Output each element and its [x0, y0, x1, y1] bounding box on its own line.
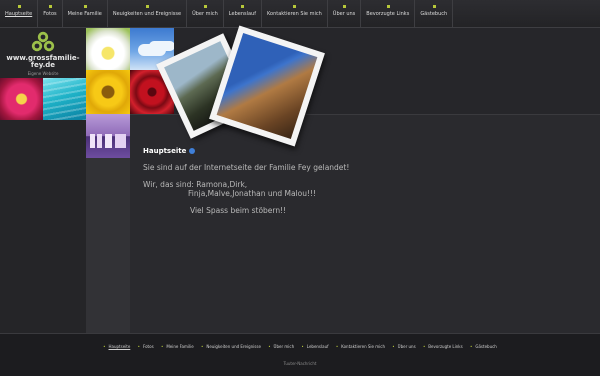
nav-item-hauptseite[interactable]: Hauptseite — [0, 0, 39, 27]
bullet-icon: • — [268, 344, 271, 349]
left-column: www.grossfamilie-fey.de Eigene Website — [0, 28, 86, 333]
nav-dot-icon — [343, 5, 347, 8]
footer-item-hauptseite[interactable]: • Hauptseite — [103, 344, 130, 349]
water-image — [43, 78, 86, 120]
footer-note[interactable]: Tuuter-Nachricht — [0, 361, 600, 366]
nav-dot-icon — [293, 5, 297, 8]
footer-item-gaestebuch[interactable]: • Gästebuch — [470, 344, 497, 349]
bullet-icon: • — [335, 344, 339, 349]
nav-dot-icon — [432, 5, 436, 8]
nav-item-ueber-mich[interactable]: Über mich — [187, 0, 224, 27]
sunflower-image — [86, 70, 130, 114]
city-image — [86, 114, 130, 158]
nav-item-fotos[interactable]: Fotos — [38, 0, 63, 27]
nav-dot-icon — [203, 5, 207, 8]
info-icon[interactable] — [189, 148, 196, 154]
nav-item-ueber-uns[interactable]: Über uns — [328, 0, 362, 27]
bullet-icon: • — [103, 344, 106, 349]
bullet-icon: • — [392, 344, 395, 349]
page-title-text: Hauptseite — [143, 147, 187, 155]
footer-item-lebenslauf[interactable]: • Lebenslauf — [301, 344, 328, 349]
footer-item-meine-familie[interactable]: • Meine Familie — [161, 344, 194, 349]
photo-statue-image — [216, 33, 318, 139]
site-name: www.grossfamilie-fey.de — [6, 54, 80, 69]
footer-item-fotos[interactable]: • Fotos — [138, 344, 154, 349]
footer-item-ueber-uns[interactable]: • Über uns — [392, 344, 415, 349]
bullet-icon: • — [422, 344, 426, 349]
nav-dot-icon — [386, 5, 390, 8]
site-tagline: Eigene Website — [27, 71, 59, 76]
bullet-icon: • — [137, 344, 140, 349]
welcome-text: Sie sind auf der Internetseite der Famil… — [143, 163, 350, 172]
nav-item-kontakt[interactable]: Kontaktieren Sie mich — [262, 0, 328, 27]
bullet-icon: • — [301, 344, 304, 349]
bullet-icon: • — [200, 344, 204, 349]
footer-item-kontakt[interactable]: • Kontaktieren Sie mich — [336, 344, 385, 349]
nav-dot-icon — [241, 5, 245, 8]
nav-item-gaestebuch[interactable]: Gästebuch — [415, 0, 454, 27]
nav-item-links[interactable]: Bevorzugte Links — [361, 0, 416, 27]
nav-dot-icon — [83, 5, 87, 8]
nav-dot-icon — [48, 5, 52, 8]
trefoil-logo-icon — [31, 31, 55, 52]
nav-item-neuigkeiten[interactable]: Neuigkeiten und Ereignisse — [108, 0, 188, 27]
footer-item-links[interactable]: • Bevorzugte Links — [423, 344, 463, 349]
footer: • Hauptseite • Fotos • Meine Familie • Neuig… — [0, 333, 600, 376]
page-title: Hauptseite — [143, 147, 196, 155]
bullet-icon: • — [470, 344, 473, 349]
fun-text: Viel Spass beim stöbern!! — [190, 206, 287, 215]
footer-navigation: • Hauptseite • Fotos • Meine Familie • Neuig… — [0, 344, 600, 349]
nav-dot-icon — [145, 5, 149, 8]
site-logo[interactable]: www.grossfamilie-fey.de Eigene Website — [0, 28, 86, 78]
top-navigation: Hauptseite Fotos Meine Familie Neuigkeit… — [0, 0, 600, 28]
family-text-2: Finja,Malve,Jonathan und Malou!!! — [188, 189, 316, 198]
nav-item-meine-familie[interactable]: Meine Familie — [63, 0, 108, 27]
bullet-icon: • — [160, 344, 164, 349]
footer-item-ueber-mich[interactable]: • Über mich — [268, 344, 294, 349]
footer-item-neuigkeiten[interactable]: • Neuigkeiten und Ereignisse — [201, 344, 261, 349]
daisy-image — [86, 28, 130, 70]
nav-dot-icon — [17, 5, 21, 8]
main-content: Hauptseite Sie sind auf der Internetseit… — [130, 114, 600, 334]
pink-flower-image — [0, 78, 43, 120]
nav-item-lebenslauf[interactable]: Lebenslauf — [224, 0, 262, 27]
